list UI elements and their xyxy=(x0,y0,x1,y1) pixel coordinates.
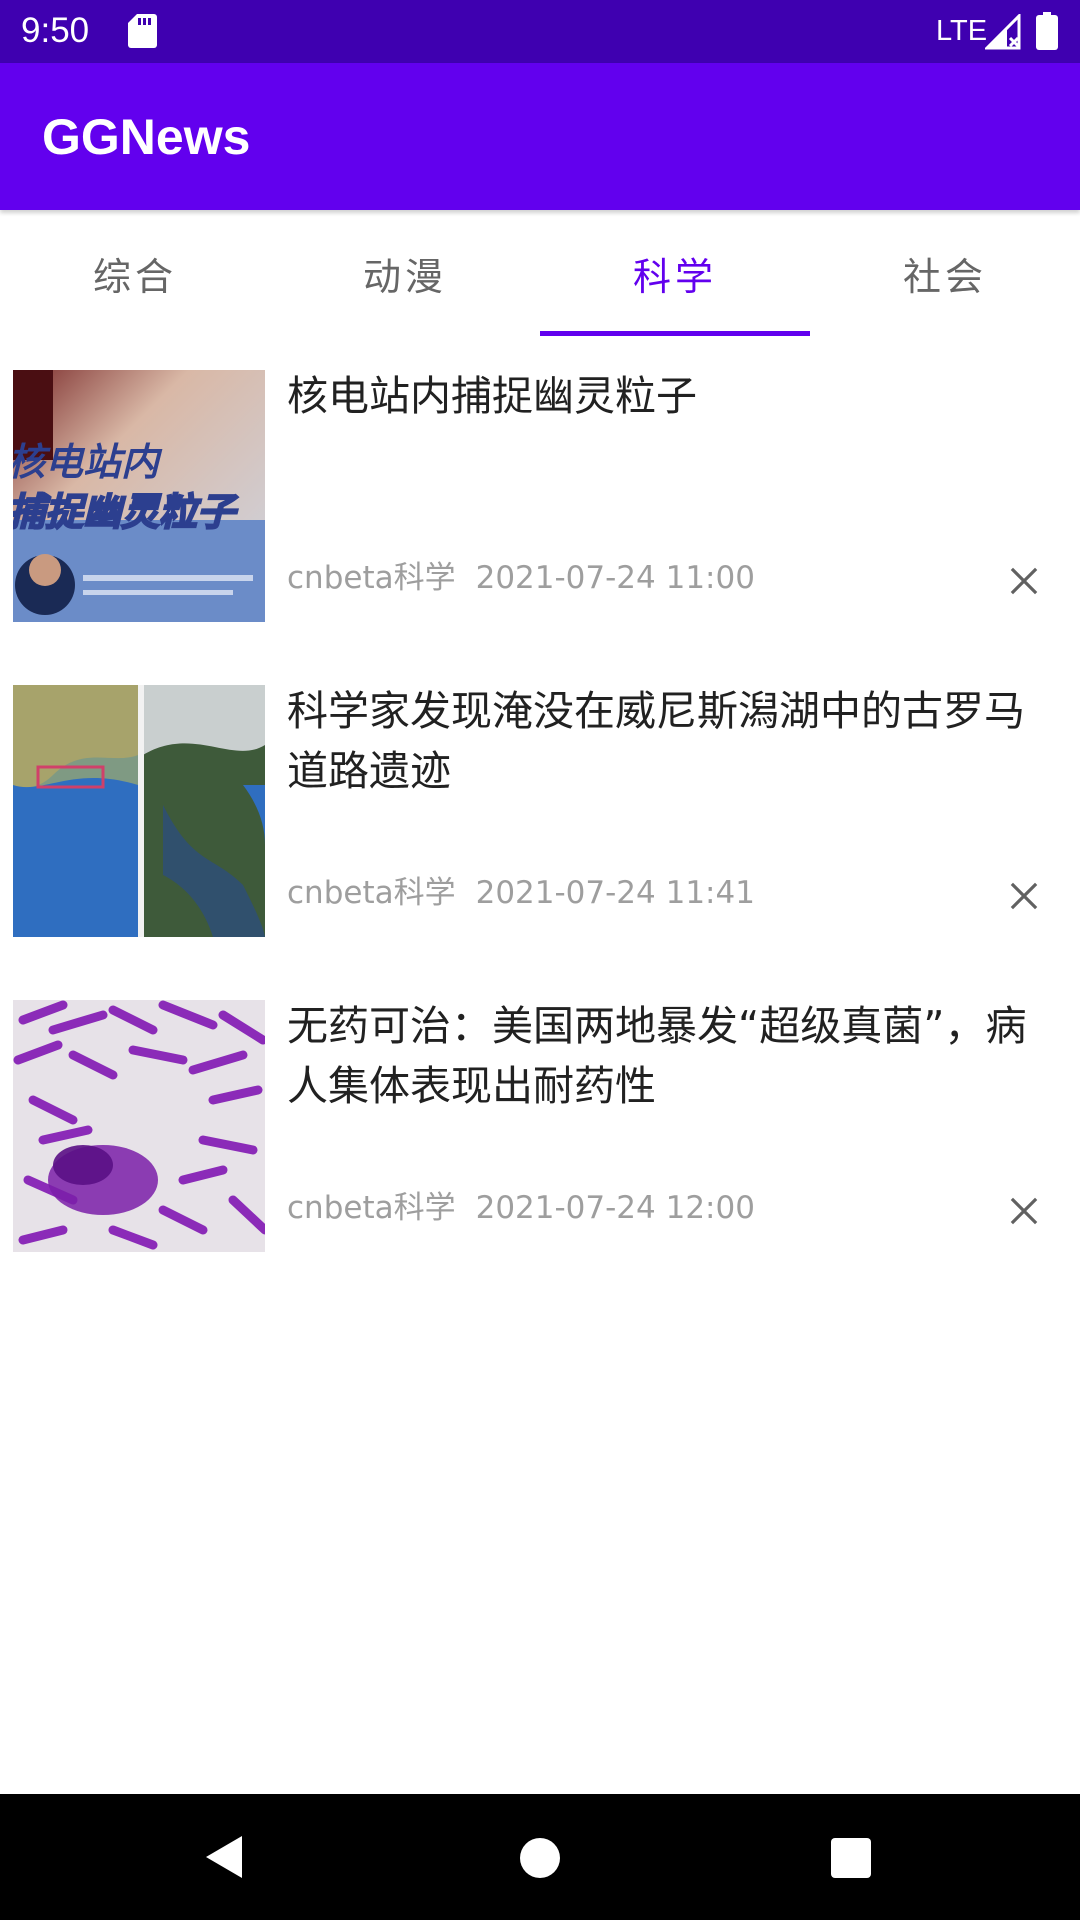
tab-label: 综合 xyxy=(92,254,177,299)
news-meta: cnbeta科学 2021-07-24 12:00 xyxy=(287,1188,755,1228)
tab-society[interactable]: 社会 xyxy=(810,210,1080,336)
news-source: cnbeta科学 xyxy=(287,560,456,596)
tab-anime[interactable]: 动漫 xyxy=(270,210,540,336)
status-bar: 9:50 LTE xyxy=(0,0,1080,63)
app-title: GGNews xyxy=(42,109,251,165)
signal-icon xyxy=(983,12,1021,50)
news-item[interactable]: 科学家发现淹没在威尼斯潟湖中的古罗马道路遗迹 cnbeta科学 2021-07-2… xyxy=(0,651,1080,966)
tab-bar: 综合 动漫 科学 社会 xyxy=(0,210,1080,336)
tab-label: 社会 xyxy=(902,254,987,299)
news-time: 2021-07-24 11:00 xyxy=(475,560,755,596)
news-source: cnbeta科学 xyxy=(287,1190,456,1226)
dismiss-close-icon[interactable] xyxy=(1004,561,1044,601)
status-time: 9:50 xyxy=(21,11,90,50)
news-time: 2021-07-24 11:41 xyxy=(475,875,755,911)
tab-label: 科学 xyxy=(632,254,717,299)
back-triangle-icon[interactable] xyxy=(204,1834,244,1880)
system-nav-bar xyxy=(0,1794,1080,1920)
dismiss-close-icon[interactable] xyxy=(1004,876,1044,916)
battery-icon xyxy=(1036,12,1058,50)
tab-general[interactable]: 综合 xyxy=(0,210,270,336)
tab-label: 动漫 xyxy=(362,254,447,299)
news-meta: cnbeta科学 2021-07-24 11:41 xyxy=(287,873,755,913)
app-bar: GGNews xyxy=(0,63,1080,210)
news-thumbnail xyxy=(13,1000,265,1252)
news-time: 2021-07-24 12:00 xyxy=(475,1190,755,1226)
news-item[interactable]: 无药可治：美国两地暴发“超级真菌”，病人集体表现出耐药性 cnbeta科学 202… xyxy=(0,966,1080,1281)
sd-card-icon xyxy=(128,14,157,48)
news-meta: cnbeta科学 2021-07-24 11:00 xyxy=(287,558,755,598)
news-item[interactable]: 核电站内 捕捉幽灵粒子 核电站内捕捉幽灵粒子 cnbeta科学 2021-07-2… xyxy=(0,336,1080,651)
tab-science[interactable]: 科学 xyxy=(540,210,810,336)
dismiss-close-icon[interactable] xyxy=(1004,1191,1044,1231)
network-type: LTE xyxy=(936,15,988,47)
news-thumbnail: 核电站内 捕捉幽灵粒子 xyxy=(13,370,265,622)
home-circle-icon[interactable] xyxy=(520,1838,560,1878)
news-title: 核电站内捕捉幽灵粒子 xyxy=(287,372,697,420)
news-title: 无药可治：美国两地暴发“超级真菌”，病人集体表现出耐药性 xyxy=(287,1002,1027,1110)
svg-text:核电站内: 核电站内 xyxy=(13,440,163,484)
news-source: cnbeta科学 xyxy=(287,875,456,911)
svg-text:捕捉幽灵粒子: 捕捉幽灵粒子 xyxy=(13,490,239,534)
news-list: 核电站内 捕捉幽灵粒子 核电站内捕捉幽灵粒子 cnbeta科学 2021-07-2… xyxy=(0,336,1080,1281)
news-thumbnail xyxy=(13,685,265,937)
recent-square-icon[interactable] xyxy=(831,1838,871,1878)
news-title: 科学家发现淹没在威尼斯潟湖中的古罗马道路遗迹 xyxy=(287,687,1025,795)
